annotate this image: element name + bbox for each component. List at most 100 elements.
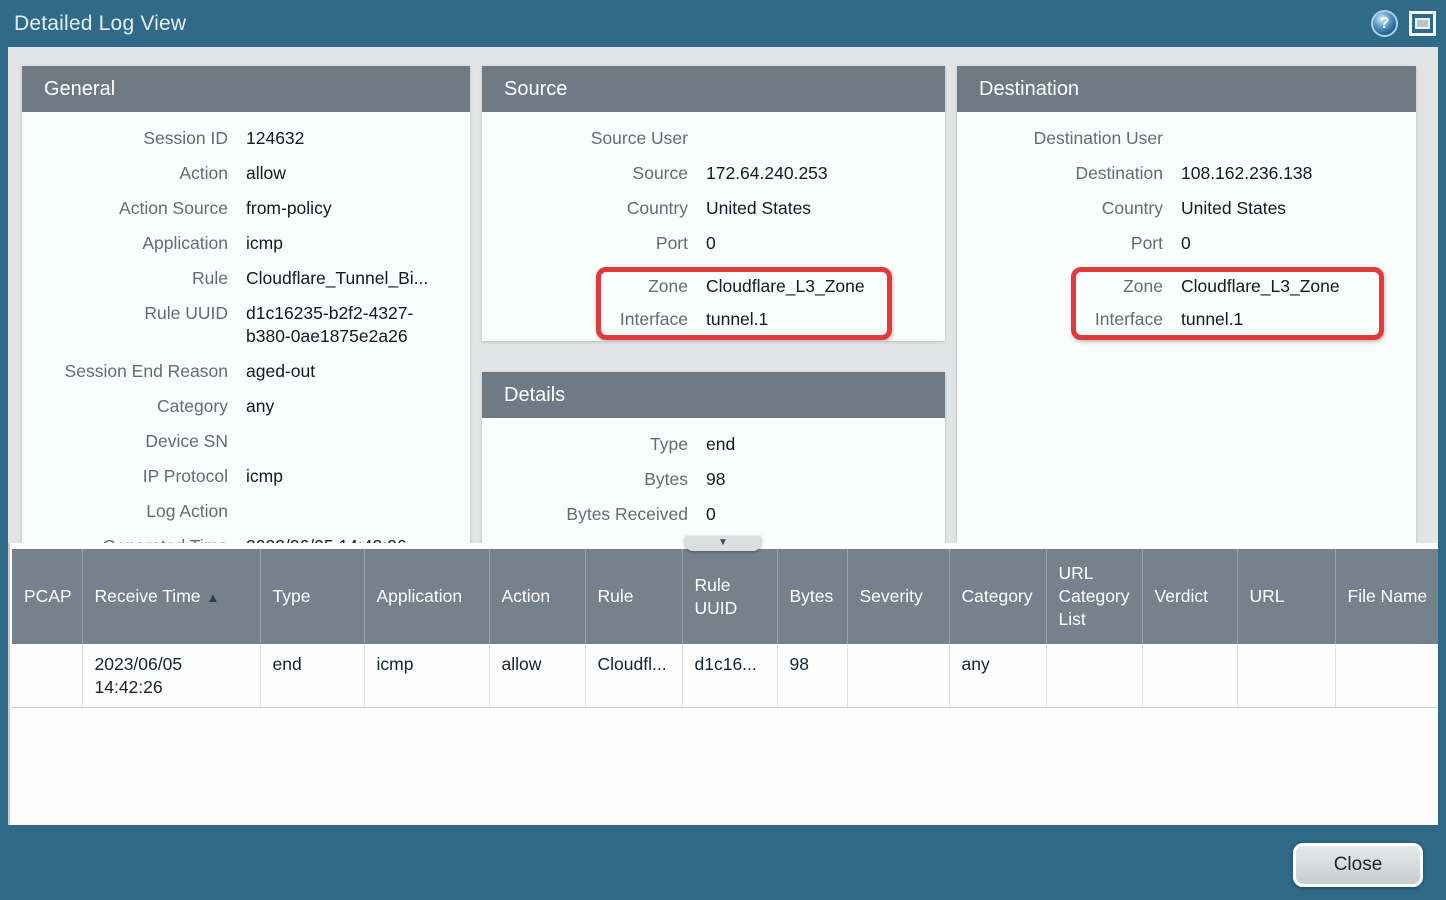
field-value: tunnel.1 bbox=[706, 308, 881, 331]
column-header-label: Action bbox=[502, 586, 551, 606]
field-row: Actionallow bbox=[22, 162, 458, 185]
field-label: Bytes bbox=[482, 468, 688, 491]
table-cell: icmp bbox=[364, 644, 489, 707]
field-row: Port 0 bbox=[957, 232, 1404, 255]
field-value: 98 bbox=[706, 468, 933, 491]
field-value bbox=[246, 500, 458, 523]
table-header-row: PCAP Receive Time▲Type Application Action Ru… bbox=[12, 549, 1438, 644]
field-row: CountryUnited States bbox=[957, 197, 1404, 220]
table-cell: Cloudfl... bbox=[585, 644, 682, 707]
field-label: Bytes Received bbox=[482, 503, 688, 526]
column-header-label: PCAP bbox=[24, 586, 72, 606]
field-value: end bbox=[706, 433, 933, 456]
field-value: 0 bbox=[1181, 232, 1404, 255]
splitter-handle[interactable]: ▼ bbox=[685, 536, 761, 551]
field-row: Session ID124632 bbox=[22, 127, 458, 150]
field-row: Device SN bbox=[22, 430, 458, 453]
field-label: Category bbox=[22, 395, 228, 418]
panel-header-destination: Destination bbox=[957, 66, 1416, 112]
field-label: Log Action bbox=[22, 500, 228, 523]
column-header-url-category-list[interactable]: URL Category List bbox=[1046, 549, 1142, 644]
field-value bbox=[1181, 127, 1404, 150]
table-cell bbox=[1046, 644, 1142, 707]
field-row: Log Action bbox=[22, 500, 458, 523]
table-body: 2023/06/05 14:42:26endicmpallowCloudfl..… bbox=[12, 644, 1438, 707]
field-value: Cloudflare_L3_Zone bbox=[1181, 275, 1373, 298]
field-label: Port bbox=[482, 232, 688, 255]
table-cell bbox=[1142, 644, 1237, 707]
field-label: IP Protocol bbox=[22, 465, 228, 488]
table-cell bbox=[847, 644, 949, 707]
field-value bbox=[706, 127, 933, 150]
field-value: United States bbox=[706, 197, 933, 220]
column-header-action[interactable]: Action bbox=[489, 549, 585, 644]
column-header-bytes[interactable]: Bytes bbox=[777, 549, 847, 644]
field-label: Generated Time bbox=[22, 535, 228, 543]
column-header-severity[interactable]: Severity bbox=[847, 549, 949, 644]
detail-panels-area: General Session ID124632ActionallowActio… bbox=[8, 47, 1438, 543]
field-value bbox=[246, 430, 458, 453]
field-value: Cloudflare_L3_Zone bbox=[706, 275, 881, 298]
column-header-category[interactable]: Category bbox=[949, 549, 1046, 644]
field-value: Cloudflare_Tunnel_Bi... bbox=[246, 267, 458, 290]
panel-details: Details TypeendBytes98Bytes Received0 bbox=[482, 372, 945, 543]
panel-destination: Destination Destination UserDestination1… bbox=[957, 66, 1416, 543]
field-label: Interface bbox=[1086, 308, 1163, 331]
field-row: Destination108.162.236.138 bbox=[957, 162, 1404, 185]
column-header-url[interactable]: URL bbox=[1237, 549, 1335, 644]
field-value: United States bbox=[1181, 197, 1404, 220]
field-label: Rule UUID bbox=[22, 302, 228, 348]
table-cell bbox=[1237, 644, 1335, 707]
table-cell bbox=[1335, 644, 1438, 707]
field-row: IP Protocol icmp bbox=[22, 465, 458, 488]
field-value: icmp bbox=[246, 465, 458, 488]
table-cell bbox=[12, 644, 82, 707]
close-button[interactable]: Close bbox=[1293, 843, 1423, 887]
field-value: tunnel.1 bbox=[1181, 308, 1373, 331]
column-header-verdict[interactable]: Verdict bbox=[1142, 549, 1237, 644]
table-cell: allow bbox=[489, 644, 585, 707]
field-label: Application bbox=[22, 232, 228, 255]
log-table-area: PCAP Receive Time▲Type Application Action Ru… bbox=[8, 543, 1438, 825]
column-header-label: Category bbox=[962, 586, 1033, 606]
field-label: Action bbox=[22, 162, 228, 185]
column-header-label: Application bbox=[377, 586, 463, 606]
column-header-label: Bytes bbox=[790, 586, 834, 606]
titlebar-icons: ? bbox=[1371, 10, 1436, 37]
column-header-rule-uuid[interactable]: Rule UUID bbox=[682, 549, 777, 644]
maximize-window-icon[interactable] bbox=[1409, 11, 1436, 36]
window-glyph bbox=[1415, 18, 1430, 29]
field-value: 124632 bbox=[246, 127, 458, 150]
table-row[interactable]: 2023/06/05 14:42:26endicmpallowCloudfl..… bbox=[12, 644, 1438, 707]
field-row: Interfacetunnel.1 bbox=[611, 308, 881, 331]
column-header-file-name[interactable]: File Name bbox=[1335, 549, 1438, 644]
column-header-label: URL bbox=[1250, 586, 1285, 606]
column-header-pcap[interactable]: PCAP bbox=[12, 549, 82, 644]
field-label: Action Source bbox=[22, 197, 228, 220]
field-label: Source User bbox=[482, 127, 688, 150]
field-value: 172.64.240.253 bbox=[706, 162, 933, 185]
field-value: d1c16235-b2f2-4327-b380-0ae1875e2a26 bbox=[246, 302, 458, 348]
panel-header-source: Source bbox=[482, 66, 945, 112]
column-header-receive-time[interactable]: Receive Time▲ bbox=[82, 549, 260, 644]
panel-source: Source Source UserSource172.64.240.253Co… bbox=[482, 66, 945, 341]
field-label: Port bbox=[957, 232, 1163, 255]
red-highlight-box: ZoneCloudflare_L3_ZoneInterfacetunnel.1 bbox=[1071, 267, 1384, 340]
field-value: icmp bbox=[246, 232, 458, 255]
title-bar: Detailed Log View ? bbox=[0, 0, 1446, 47]
panel-body-destination: Destination UserDestination108.162.236.1… bbox=[957, 112, 1416, 543]
field-label: Country bbox=[482, 197, 688, 220]
column-header-label: Rule UUID bbox=[695, 575, 738, 618]
column-header-label: File Name bbox=[1348, 586, 1428, 606]
column-header-label: URL Category List bbox=[1059, 563, 1130, 629]
field-row: Port0 bbox=[482, 232, 933, 255]
table-cell: 98 bbox=[777, 644, 847, 707]
column-header-type[interactable]: Type bbox=[260, 549, 364, 644]
red-highlight-box: ZoneCloudflare_L3_ZoneInterfacetunnel.1 bbox=[596, 267, 892, 340]
table-cell: end bbox=[260, 644, 364, 707]
field-label: Rule bbox=[22, 267, 228, 290]
help-icon[interactable]: ? bbox=[1371, 10, 1398, 37]
field-row: Interface tunnel.1 bbox=[1086, 308, 1373, 331]
column-header-rule[interactable]: Rule bbox=[585, 549, 682, 644]
column-header-application[interactable]: Application bbox=[364, 549, 489, 644]
